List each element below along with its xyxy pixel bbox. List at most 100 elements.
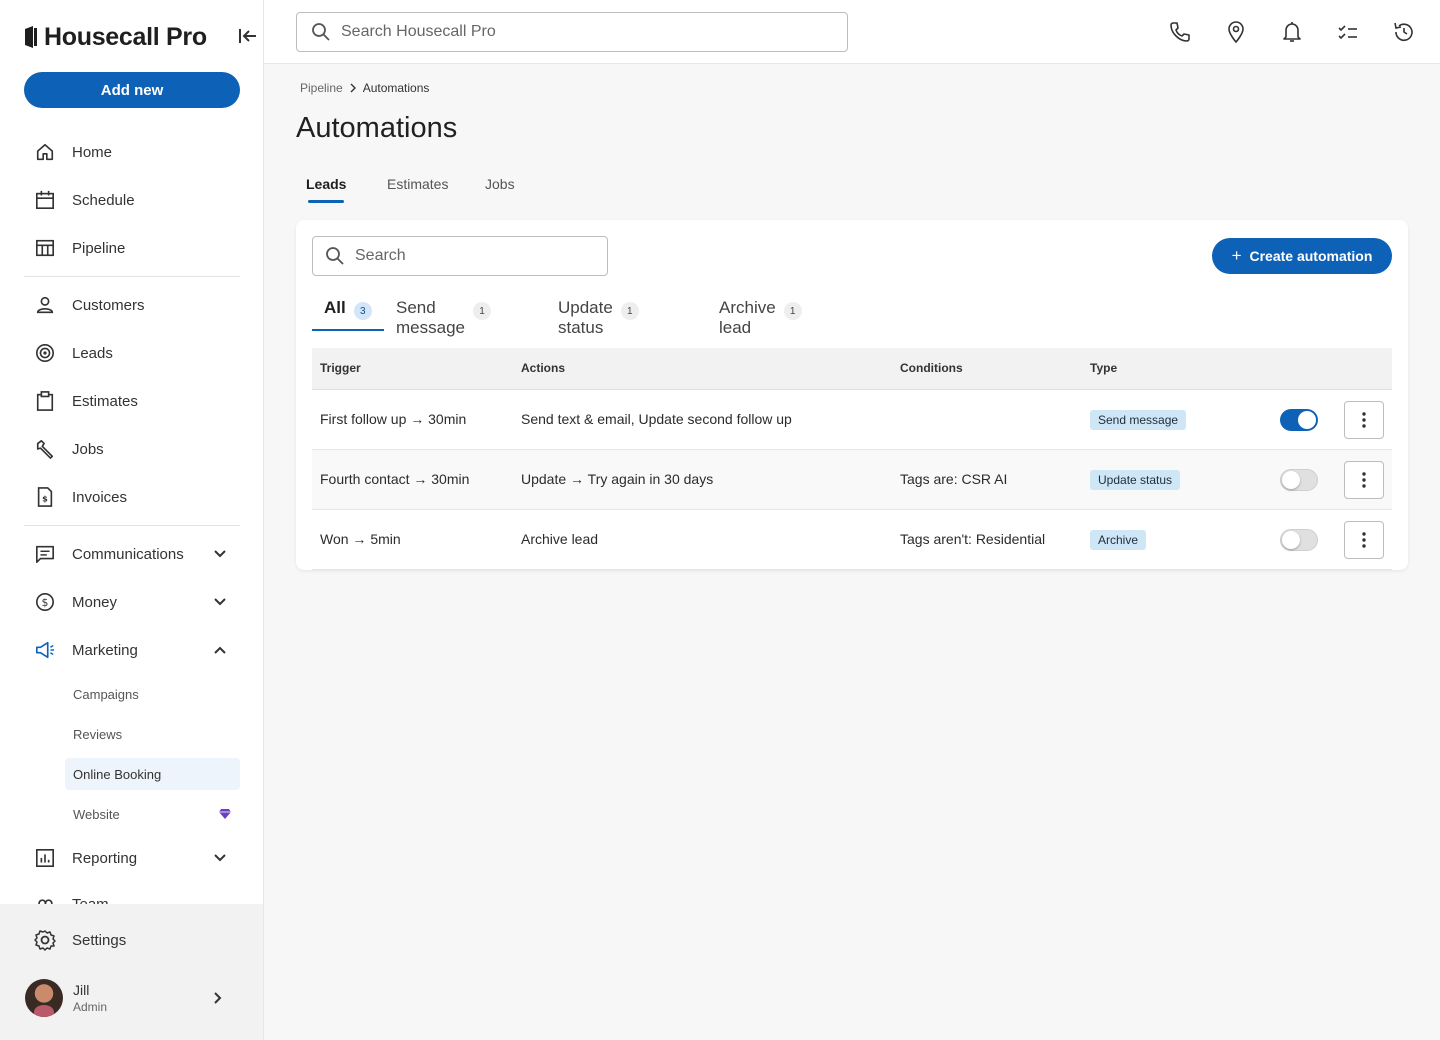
sidebar-item-label: Pipeline — [72, 239, 126, 257]
tab-estimates[interactable]: Estimates — [387, 172, 448, 204]
sidebar-item-label: Leads — [72, 344, 113, 362]
sidebar-item-team[interactable]: Team — [24, 886, 240, 904]
automations-table: Trigger Actions Conditions Type First fo… — [312, 348, 1392, 570]
sidebar-item-label: Communications — [72, 545, 184, 563]
tab-jobs[interactable]: Jobs — [485, 172, 515, 204]
row-more-button[interactable] — [1344, 521, 1384, 559]
sidebar-item-pipeline[interactable]: Pipeline — [24, 228, 240, 268]
column-header-type[interactable]: Type — [1090, 361, 1117, 375]
sidebar-footer: Settings Jill Admin — [0, 904, 263, 1040]
sidebar-item-home[interactable]: Home — [24, 132, 240, 172]
sidebar-subitem-reviews[interactable]: Reviews — [65, 718, 240, 750]
sidebar-item-label: Invoices — [72, 488, 128, 506]
chevron-down-icon — [214, 854, 226, 862]
filter-all[interactable]: All 3 — [324, 298, 372, 332]
automation-enabled-toggle[interactable] — [1280, 469, 1318, 491]
user-role: Admin — [73, 1000, 108, 1014]
automation-enabled-toggle[interactable] — [1280, 529, 1318, 551]
sidebar-item-jobs[interactable]: Jobs — [24, 429, 240, 469]
plus-icon: + — [1231, 246, 1242, 265]
sidebar-item-label: Team — [72, 896, 109, 904]
trigger-cell: Fourth contact → 30min — [320, 471, 470, 487]
filter-send-message[interactable]: Send message 1 — [396, 298, 491, 337]
sidebar-item-schedule[interactable]: Schedule — [24, 180, 240, 220]
sidebar-item-label: Money — [72, 593, 118, 611]
svg-text:$: $ — [42, 494, 48, 504]
more-vertical-icon — [1362, 532, 1366, 548]
chevron-down-icon — [214, 550, 226, 558]
phone-icon[interactable] — [1168, 20, 1192, 44]
location-pin-icon[interactable] — [1224, 20, 1248, 44]
filter-count-badge: 3 — [353, 302, 372, 320]
automation-search-input[interactable] — [355, 247, 595, 265]
sidebar-item-marketing[interactable]: Marketing — [24, 630, 240, 670]
table-row[interactable]: Fourth contact → 30min Update → Try agai… — [312, 450, 1392, 510]
create-automation-button[interactable]: + Create automation — [1212, 238, 1392, 274]
topbar — [264, 0, 1440, 64]
global-search-input[interactable] — [341, 23, 821, 41]
breadcrumb-current: Automations — [362, 81, 430, 95]
search-icon — [326, 247, 344, 265]
row-more-button[interactable] — [1344, 461, 1384, 499]
breadcrumb: Pipeline Automations — [300, 81, 429, 95]
megaphone-icon — [34, 639, 56, 661]
sidebar-item-communications[interactable]: Communications — [24, 534, 240, 574]
sidebar-item-customers[interactable]: Customers — [24, 285, 240, 325]
chevron-right-icon — [350, 83, 356, 93]
sidebar-item-settings[interactable]: Settings — [24, 920, 240, 960]
filter-count-badge: 1 — [783, 302, 802, 320]
more-vertical-icon — [1362, 412, 1366, 428]
global-search[interactable] — [296, 12, 848, 52]
column-header-conditions[interactable]: Conditions — [900, 361, 963, 375]
sidebar-subitem-online-booking[interactable]: Online Booking — [65, 758, 240, 790]
table-row[interactable]: First follow up → 30min Send text & emai… — [312, 390, 1392, 450]
user-name: Jill — [73, 982, 90, 998]
wrench-icon — [34, 438, 56, 460]
target-icon — [34, 342, 56, 364]
toggle-knob — [1282, 531, 1300, 549]
sidebar-item-label: Home — [72, 143, 113, 161]
filter-count-badge: 1 — [620, 302, 639, 320]
bell-icon[interactable] — [1280, 20, 1304, 44]
column-header-actions[interactable]: Actions — [521, 361, 565, 375]
sidebar-item-reporting[interactable]: Reporting — [24, 838, 240, 878]
trigger-cell: First follow up → 30min — [320, 411, 467, 427]
filter-label: Archive lead — [719, 298, 776, 337]
table-row[interactable]: Won → 5min Archive lead Tags aren't: Res… — [312, 510, 1392, 570]
brand-logo[interactable]: Housecall Pro — [24, 22, 207, 52]
dollar-icon: $ — [34, 591, 56, 613]
row-more-button[interactable] — [1344, 401, 1384, 439]
gem-icon — [219, 809, 231, 819]
sidebar-item-estimates[interactable]: Estimates — [24, 381, 240, 421]
type-tag: Archive — [1090, 530, 1147, 550]
sidebar-subitem-website[interactable]: Website — [65, 798, 240, 830]
sidebar-subitem-label: Website — [73, 806, 120, 822]
sidebar-item-label: Estimates — [72, 392, 138, 410]
table-header: Trigger Actions Conditions Type — [312, 348, 1392, 390]
type-tag: Update status — [1090, 470, 1181, 490]
chevron-right-icon — [214, 992, 222, 1004]
automation-enabled-toggle[interactable] — [1280, 409, 1318, 431]
type-tag: Send message — [1090, 410, 1187, 430]
nav-divider — [24, 276, 240, 277]
collapse-sidebar-icon[interactable] — [236, 26, 260, 46]
sidebar-item-label: Jobs — [72, 440, 104, 458]
sidebar-item-invoices[interactable]: $ Invoices — [24, 477, 240, 517]
add-new-button[interactable]: Add new — [24, 72, 240, 108]
sidebar-subitem-campaigns[interactable]: Campaigns — [65, 678, 240, 710]
filter-label: Send message — [396, 298, 465, 337]
sidebar-item-leads[interactable]: Leads — [24, 333, 240, 373]
checklist-icon[interactable] — [1336, 20, 1360, 44]
automation-search[interactable] — [312, 236, 608, 276]
history-icon[interactable] — [1392, 20, 1416, 44]
filter-update-status[interactable]: Update status 1 — [558, 298, 639, 337]
breadcrumb-pipeline-link[interactable]: Pipeline — [300, 81, 343, 95]
column-header-trigger[interactable]: Trigger — [320, 361, 361, 375]
filter-archive-lead[interactable]: Archive lead 1 — [719, 298, 802, 337]
sidebar-item-money[interactable]: $ Money — [24, 582, 240, 622]
pipeline-icon — [34, 237, 56, 259]
actions-cell: Archive lead — [521, 531, 599, 547]
svg-text:$: $ — [42, 596, 49, 609]
user-profile[interactable]: Jill Admin — [24, 976, 240, 1020]
toggle-knob — [1298, 411, 1316, 429]
